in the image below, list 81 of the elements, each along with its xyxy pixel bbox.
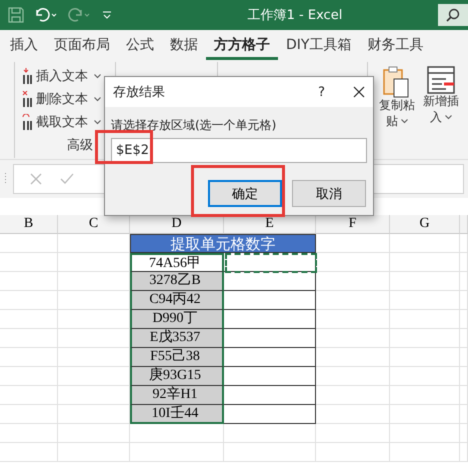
empty-cell [0, 443, 58, 462]
text-tool-icon [21, 90, 33, 108]
table-cell: E戊3537 [130, 329, 224, 348]
empty-cell [390, 367, 460, 386]
cancel-icon[interactable] [30, 173, 42, 185]
ribbon-tab[interactable]: 数据 [162, 30, 206, 60]
empty-cell [0, 329, 58, 348]
ribbon-tab[interactable]: DIY工具箱 [278, 30, 360, 60]
ribbon-tab[interactable]: 插入 [2, 30, 46, 60]
empty-cell [390, 253, 460, 272]
empty-cell [0, 272, 58, 291]
ribbon-button[interactable]: 截取文本 [21, 112, 101, 132]
column-header[interactable]: B [0, 215, 58, 234]
dialog-title: 存放结果 [113, 84, 166, 101]
caret-icon [94, 74, 101, 78]
empty-cell [390, 291, 460, 310]
table-cell: D990丁 [130, 310, 224, 329]
empty-cell [58, 424, 130, 443]
table-cell: 74A56甲 [130, 253, 224, 272]
save-icon[interactable] [8, 7, 24, 23]
caret-icon [94, 120, 101, 124]
table-cell: 庚93G15 [130, 367, 224, 386]
empty-cell [390, 310, 460, 329]
undo-icon[interactable] [34, 7, 58, 23]
caret-icon [401, 118, 408, 124]
table-cell: 3278乙B [130, 272, 224, 291]
text-tool-icon [21, 68, 33, 84]
caret-icon [445, 114, 452, 120]
caret-icon [94, 96, 101, 102]
empty-cell [390, 424, 460, 443]
check-icon[interactable] [60, 173, 74, 185]
empty-cell [0, 291, 58, 310]
empty-cell [0, 310, 58, 329]
group-label: 高级 [67, 137, 93, 154]
search-icon [446, 8, 460, 22]
column-header[interactable]: D [130, 215, 224, 234]
empty-cell [390, 348, 460, 367]
input-field[interactable]: $E$2 [111, 138, 367, 163]
empty-cell [390, 443, 460, 462]
empty-cell [58, 443, 130, 462]
table-cell: F55己38 [130, 348, 224, 367]
empty-cell [390, 405, 460, 424]
empty-cell [0, 348, 58, 367]
ribbon-button[interactable]: 插入文本 [21, 66, 101, 86]
customize-icon[interactable] [102, 10, 112, 20]
empty-cell [390, 234, 460, 253]
empty-cell [0, 424, 58, 443]
table-cell: 10I壬44 [130, 405, 224, 424]
ribbon-button[interactable]: 删除文本 [21, 89, 101, 109]
dialog-button[interactable]: 取消 [292, 180, 366, 207]
ribbon-tab[interactable]: 财务工具 [359, 30, 432, 60]
ribbon-tab[interactable]: 页面布局 [46, 30, 118, 60]
form-icon [427, 66, 455, 94]
ribbon-tab[interactable]: 公式 [118, 30, 162, 60]
dialog-button[interactable]: 确定 [208, 180, 282, 207]
large-button[interactable]: 复制粘贴 [378, 66, 416, 154]
column-header[interactable]: C [58, 215, 130, 234]
text-tool-icon [21, 114, 33, 130]
empty-cell [390, 272, 460, 291]
empty-cell [390, 386, 460, 405]
column-header[interactable] [460, 215, 468, 234]
table-cell: C94丙42 [130, 291, 224, 310]
window-title: 工作簿1 - Excel [246, 7, 344, 24]
column-header[interactable]: F [316, 215, 390, 234]
empty-cell [0, 405, 58, 424]
empty-cell [0, 367, 58, 386]
column-header[interactable]: E [224, 215, 316, 234]
clipboard-icon [383, 66, 411, 98]
empty-cell [0, 386, 58, 405]
highlight-box [95, 130, 153, 164]
column-header[interactable]: G [390, 215, 460, 234]
help-button[interactable]: ? [318, 84, 325, 100]
large-button[interactable]: 新增插入 [422, 66, 460, 154]
empty-cell [0, 253, 58, 272]
table-cell: 92辛H1 [130, 386, 224, 405]
table-header: 提取单元格数字 [130, 234, 316, 253]
empty-cell [390, 329, 460, 348]
close-icon[interactable] [353, 86, 365, 98]
search-button[interactable] [438, 4, 468, 26]
empty-cell [0, 234, 58, 253]
redo-icon[interactable] [68, 7, 92, 23]
